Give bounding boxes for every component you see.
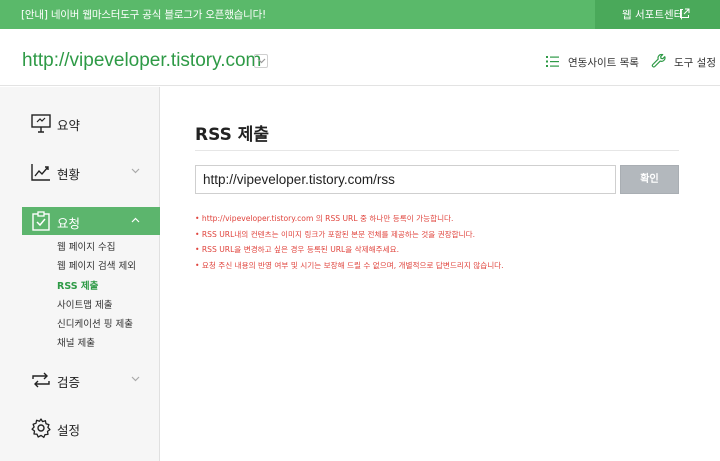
submenu-item-syndication-ping[interactable]: 신디케이션 핑 제출 <box>57 316 133 330</box>
sidebar-item-label: 현황 <box>57 167 81 182</box>
notice-text[interactable]: [안내] 네이버 웹마스터도구 공식 블로그가 오픈했습니다! <box>21 7 266 22</box>
tool-settings-link[interactable]: 도구 설정 <box>674 55 716 70</box>
sidebar-item-verify[interactable]: 검증 <box>0 366 160 394</box>
sidebar-item-label: 요약 <box>57 118 81 133</box>
external-link-icon <box>680 8 690 18</box>
linked-sites-link[interactable]: 연동사이트 목록 <box>568 55 639 70</box>
note-item: http://vipeveloper.tistory.com 의 RSS URL… <box>195 213 504 229</box>
trend-chart-icon <box>31 164 50 181</box>
site-dropdown-button[interactable] <box>254 54 268 68</box>
site-header: http://vipeveloper.tistory.com 연동사이트 목록 … <box>0 29 720 86</box>
sidebar-item-status[interactable]: 현황 <box>0 158 160 186</box>
support-center-label: 웹 서포트센터 <box>622 9 684 21</box>
submenu-item-page-collect[interactable]: 웹 페이지 수집 <box>57 239 115 253</box>
note-item: RSS URL내의 컨텐츠는 이미지 링크가 포함된 본문 전체를 제공하는 것… <box>195 229 504 245</box>
notice-bar: [안내] 네이버 웹마스터도구 공식 블로그가 오픈했습니다! 웹 서포트센터 <box>0 0 720 29</box>
chevron-down-icon <box>257 58 266 64</box>
summary-board-icon <box>31 114 51 133</box>
list-icon <box>546 56 559 67</box>
submenu-item-sitemap-submit[interactable]: 사이트맵 제출 <box>57 297 112 311</box>
sidebar-item-label: 요청 <box>57 216 81 231</box>
sidebar: 요약 현황 요청 웹 페이지 수집 웹 페이지 검색 제외 RSS 제출 사이트… <box>0 87 160 461</box>
submenu-item-rss-submit[interactable]: RSS 제출 <box>57 278 98 292</box>
note-item: RSS URL을 변경하고 싶은 경우 등록된 URL을 삭제해주세요. <box>195 244 504 260</box>
site-url-selector[interactable]: http://vipeveloper.tistory.com <box>22 50 261 72</box>
sidebar-item-settings[interactable]: 설정 <box>0 414 160 442</box>
notes-list: http://vipeveloper.tistory.com 의 RSS URL… <box>195 213 504 275</box>
page-title: RSS 제출 <box>195 125 270 145</box>
chevron-down-icon <box>131 376 140 382</box>
sidebar-item-label: 검증 <box>57 375 81 390</box>
sync-arrows-icon <box>32 372 50 388</box>
wrench-icon <box>651 53 666 68</box>
submenu-item-page-exclude[interactable]: 웹 페이지 검색 제외 <box>57 258 136 272</box>
divider <box>195 150 679 151</box>
clipboard-check-icon <box>32 211 50 231</box>
main-content: RSS 제출 확인 http://vipeveloper.tistory.com… <box>161 87 720 461</box>
submenu-item-channel-submit[interactable]: 채널 제출 <box>57 335 95 349</box>
sidebar-item-label: 설정 <box>57 423 81 438</box>
confirm-button[interactable]: 확인 <box>620 165 679 194</box>
chevron-up-icon <box>131 217 140 223</box>
sidebar-item-summary[interactable]: 요약 <box>0 109 160 137</box>
support-center-button[interactable]: 웹 서포트센터 <box>595 0 720 29</box>
chevron-down-icon <box>131 168 140 174</box>
note-item: 요청 주신 내용의 반영 여부 및 시기는 보장해 드릴 수 없으며, 개별적으… <box>195 260 504 276</box>
gear-icon <box>31 418 51 439</box>
rss-url-input[interactable] <box>195 165 616 194</box>
sidebar-item-request[interactable]: 요청 <box>22 207 160 235</box>
